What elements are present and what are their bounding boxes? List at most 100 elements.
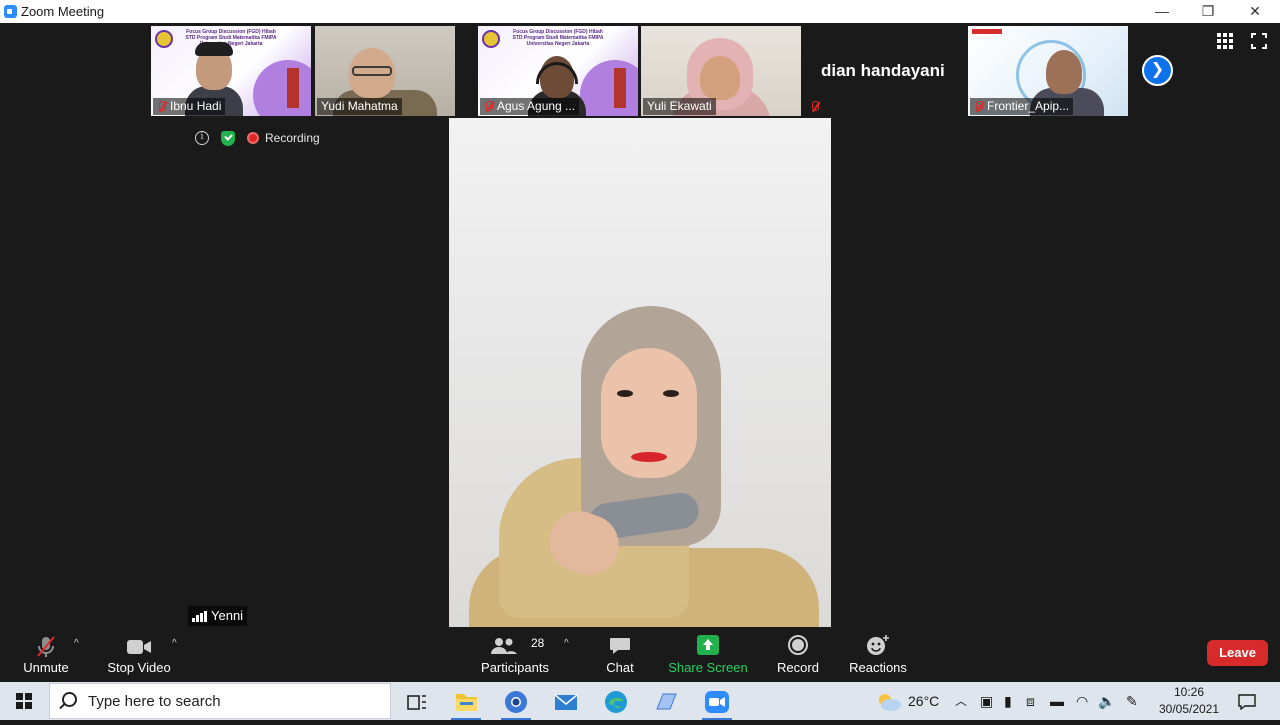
university-logo (482, 30, 500, 48)
volume-icon[interactable]: 🔈 (1098, 682, 1115, 720)
notes-icon (656, 693, 677, 710)
recording-label: Recording (265, 131, 320, 145)
share-screen-button[interactable]: Share Screen (668, 630, 748, 682)
participants-label: Participants (481, 660, 549, 675)
participant-name-tag: Frontier_Apip... (970, 98, 1074, 115)
participant-name-tag: Agus Agung ... (480, 98, 580, 115)
taskbar-search-box[interactable]: Type here to search (49, 683, 391, 719)
windows-logo-icon (16, 693, 32, 709)
participant-tile-yudi-mahatma[interactable]: Yudi Mahatma (315, 26, 455, 116)
slide-building (614, 68, 626, 108)
participant-tile-ibnu-hadi[interactable]: Focus Group Discussion (FGD) Hibah STD P… (151, 26, 311, 116)
record-label: Record (777, 660, 819, 675)
share-screen-label: Share Screen (668, 660, 748, 675)
participant-name: Ibnu Hadi (170, 99, 222, 113)
battery-icon[interactable]: ▬ (1050, 682, 1064, 720)
start-button[interactable] (0, 682, 48, 720)
reactions-button[interactable]: Reactions (846, 630, 910, 682)
active-speaker-video (449, 118, 831, 627)
notification-center-icon[interactable] (1238, 682, 1256, 720)
edge-browser-icon (605, 691, 627, 713)
video-options-caret[interactable]: ^ (172, 638, 177, 649)
mic-muted-icon (157, 100, 167, 113)
tray-overflow-chevron-icon[interactable]: ︿ (955, 682, 967, 720)
recording-indicator[interactable]: Recording (247, 131, 320, 145)
participant-name-tag: Yuli Ekawati (643, 98, 716, 115)
participant-mute-status (806, 98, 824, 115)
video-camera-icon (127, 640, 151, 654)
slide-decoration (580, 60, 638, 116)
mic-muted-icon (37, 636, 55, 657)
weather-widget[interactable] (876, 682, 902, 720)
restore-button[interactable]: ❐ (1185, 0, 1231, 23)
reactions-label: Reactions (849, 660, 907, 675)
chrome-app[interactable] (495, 685, 537, 720)
clock-date: 30/05/2021 (1158, 702, 1220, 716)
active-speaker-name-tag: Yenni (188, 606, 248, 626)
stop-video-button[interactable]: Stop Video (103, 630, 175, 682)
leave-button[interactable]: Leave (1207, 640, 1268, 666)
chat-label: Chat (606, 660, 634, 675)
zoom-app-icon (4, 5, 17, 18)
participant-face (1046, 50, 1082, 94)
pen-tray-icon[interactable]: ✎ (1126, 682, 1138, 720)
participant-tile-agus-agung[interactable]: Focus Group Discussion (FGD) Hibah STD P… (478, 26, 638, 116)
meeting-controls-toolbar: Unmute ^ Stop Video ^ 28 Participants ^ … (0, 630, 1280, 682)
glasses (352, 66, 392, 76)
speaker-eye-left (617, 390, 633, 397)
participant-name: Agus Agung ... (497, 99, 576, 113)
share-screen-icon (697, 635, 719, 655)
chrome-icon (505, 691, 527, 713)
meeting-info-icon[interactable]: i (195, 131, 209, 145)
close-button[interactable]: ✕ (1232, 0, 1278, 23)
smiley-reaction-icon (867, 635, 889, 655)
task-view-button[interactable] (396, 685, 438, 720)
window-title: Zoom Meeting (21, 4, 105, 19)
chat-button[interactable]: Chat (600, 630, 640, 682)
weather-temperature: 26°C (908, 693, 940, 709)
folder-icon (456, 694, 477, 711)
meeting-status-row: i Recording (195, 127, 320, 149)
recording-dot-icon (247, 132, 259, 144)
unmute-button[interactable]: Unmute (16, 630, 76, 682)
participants-button[interactable]: 28 Participants (478, 630, 552, 682)
participants-count: 28 (531, 636, 545, 650)
participant-name: Yuli Ekawati (647, 99, 712, 113)
participant-tile-frontier-apip[interactable]: Frontier_Apip... (968, 26, 1128, 116)
record-icon (788, 635, 808, 655)
zoom-app[interactable] (696, 685, 738, 720)
meet-now-icon[interactable]: ▣ (980, 682, 993, 720)
windows-taskbar: Type here to search 26°C ︿ ▣ ▮ ⧈ ▬ ◠ 🔈 ✎… (0, 682, 1280, 720)
participant-tile-yuli-ekawati[interactable]: Yuli Ekawati (641, 26, 801, 116)
audio-options-caret[interactable]: ^ (74, 638, 79, 649)
gallery-view-icon[interactable] (1217, 33, 1233, 49)
brand-logo (972, 29, 1002, 34)
mic-muted-icon (810, 100, 820, 113)
stop-video-label: Stop Video (107, 660, 171, 675)
unmute-label: Unmute (23, 660, 69, 675)
wifi-icon[interactable]: ◠ (1076, 682, 1088, 720)
security-shield-icon[interactable] (221, 130, 235, 146)
clock-time: 10:26 (1173, 685, 1205, 699)
file-explorer-app[interactable] (445, 685, 487, 720)
signal-strength-icon (192, 610, 207, 622)
participant-face (700, 56, 740, 100)
minimize-button[interactable]: — (1139, 0, 1185, 23)
participants-options-caret[interactable]: ^ (564, 638, 569, 649)
next-page-arrow-button[interactable]: ❯ (1142, 55, 1173, 86)
participant-name: Yudi Mahatma (321, 99, 398, 113)
fullscreen-icon[interactable] (1251, 33, 1267, 49)
zoom-app-icon (705, 691, 729, 713)
system-clock[interactable]: 10:26 30/05/2021 (1150, 684, 1228, 718)
record-button[interactable]: Record (774, 630, 822, 682)
speaker-eye-right (663, 390, 679, 397)
speaker-mouth (631, 452, 667, 462)
microphone-tray-icon[interactable]: ▮ (1004, 682, 1012, 720)
mail-app[interactable] (545, 685, 587, 720)
notes-app[interactable] (645, 685, 687, 720)
search-icon (62, 692, 77, 707)
display-tray-icon[interactable]: ⧈ (1026, 682, 1035, 720)
edge-app[interactable] (595, 685, 637, 720)
search-placeholder: Type here to search (88, 693, 221, 710)
mic-muted-icon (484, 100, 494, 113)
